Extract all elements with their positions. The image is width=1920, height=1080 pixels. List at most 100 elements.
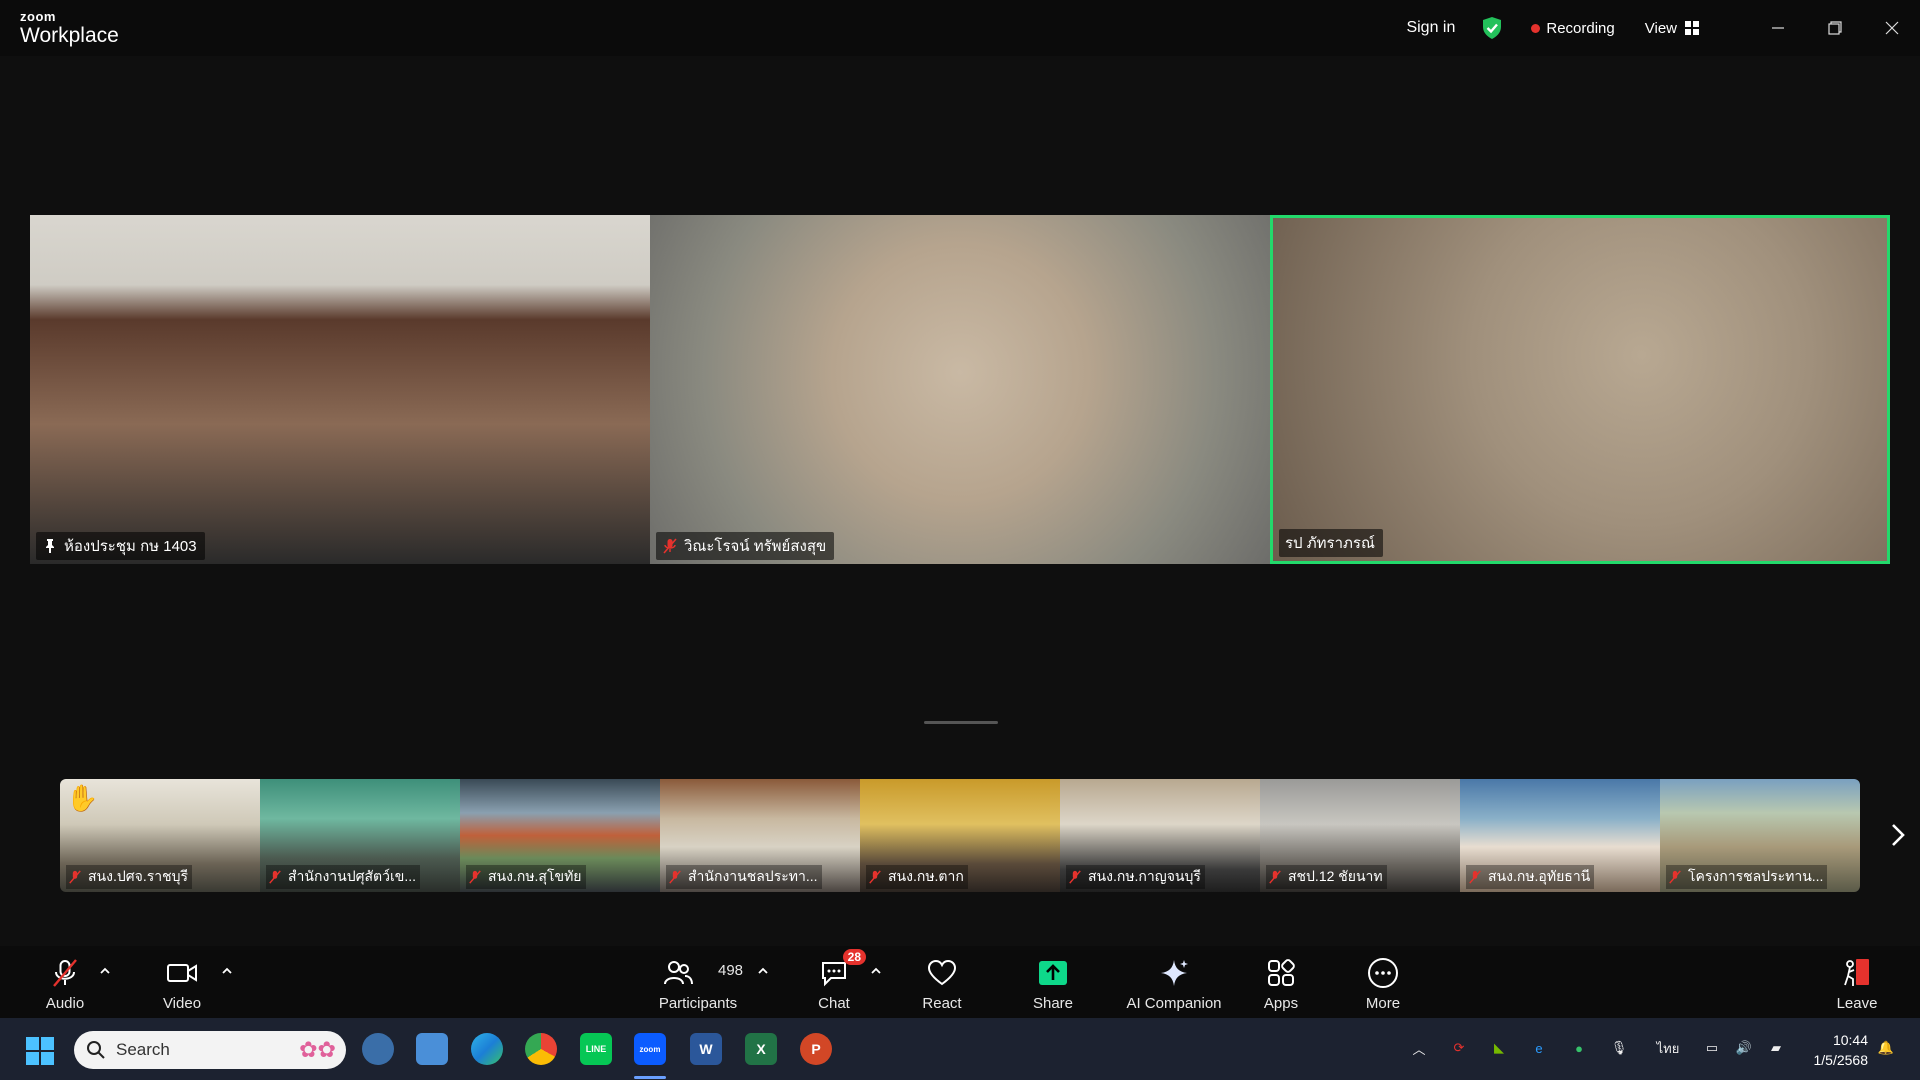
gallery-thumbnail[interactable]: สชป.12 ชัยนาท <box>1260 779 1460 892</box>
video-button[interactable]: Video <box>160 946 204 1018</box>
clock-time: 10:44 <box>1832 1032 1868 1048</box>
thumbnail-name: สำนักงานชลประทา... <box>688 868 818 884</box>
participants-icon <box>664 961 693 985</box>
participants-button[interactable]: Participants <box>650 946 746 1018</box>
share-button[interactable]: Share <box>1030 946 1076 1018</box>
chat-badge: 28 <box>842 949 866 965</box>
notepad-icon[interactable] <box>416 1033 448 1065</box>
line-app-icon[interactable]: LINE <box>580 1033 612 1065</box>
audio-button[interactable]: Audio <box>43 946 87 1018</box>
powerpoint-icon[interactable]: P <box>800 1033 832 1065</box>
resize-handle[interactable] <box>924 721 998 724</box>
chrome-icon[interactable] <box>525 1033 557 1065</box>
audio-label: Audio <box>45 995 85 1012</box>
chevron-up-icon[interactable] <box>98 964 112 978</box>
video-tile-speaker-2[interactable]: วิณะโรจน์ ทรัพย์สงสุข <box>650 215 1270 564</box>
mic-off-icon <box>1469 870 1481 884</box>
chat-button[interactable]: 28 Chat <box>812 946 866 1018</box>
gallery-thumbnail[interactable]: โครงการชลประทาน... <box>1660 779 1860 892</box>
search-icon <box>87 1041 105 1059</box>
participant-name-tag: วิณะโรจน์ ทรัพย์สงสุข <box>656 532 835 560</box>
apps-button[interactable]: Apps <box>1260 946 1302 1018</box>
view-button[interactable]: View <box>1645 20 1699 37</box>
thumbnail-label: สำนักงานปศุสัตว์เข... <box>266 865 421 889</box>
thumbnail-label: สนง.กษ.สุโขทัย <box>466 865 586 889</box>
minimize-button[interactable] <box>1749 0 1806 56</box>
language-indicator[interactable]: ไทย <box>1652 1036 1684 1060</box>
shield-icon[interactable] <box>1481 16 1503 40</box>
word-icon[interactable]: W <box>690 1033 722 1065</box>
sync-icon[interactable]: ⟳ <box>1447 1036 1471 1060</box>
thumbnail-label: สนง.กษ.ตาก <box>866 865 968 889</box>
chevron-up-icon[interactable]: ︿ <box>1407 1036 1431 1060</box>
thumbnail-name: สชป.12 ชัยนาท <box>1288 868 1383 884</box>
battery-icon[interactable]: ▰ <box>1764 1036 1788 1060</box>
restore-button[interactable] <box>1806 0 1863 56</box>
taskbar-clock[interactable]: 10:44 1/5/2568 <box>1814 1030 1869 1070</box>
zoom-app-icon[interactable]: zoom <box>634 1033 666 1065</box>
gallery-thumbnail[interactable]: สนง.กษ.สุโขทัย <box>460 779 660 892</box>
notification-bell-icon[interactable]: 🔔 <box>1874 1036 1898 1060</box>
chevron-up-icon[interactable] <box>756 964 770 978</box>
ai-companion-button[interactable]: AI Companion <box>1124 946 1224 1018</box>
mic-off-icon <box>1069 870 1081 884</box>
share-label: Share <box>1032 995 1074 1012</box>
meeting-toolbar: Audio Video Participants 498 28 Chat Rea… <box>0 946 1920 1018</box>
title-bar: zoom Workplace Sign in Recording View <box>0 0 1920 56</box>
mic-off-icon <box>869 870 881 884</box>
react-button[interactable]: React <box>915 946 969 1018</box>
mic-off-icon <box>663 538 677 554</box>
active-app-indicator <box>634 1076 666 1079</box>
gallery-thumbnail[interactable]: สนง.กษ.ตาก <box>860 779 1060 892</box>
more-button[interactable]: More <box>1360 946 1406 1018</box>
thumbnail-name: สนง.กษ.กาญจนบุรี <box>1088 868 1201 884</box>
gallery-thumbnail[interactable]: สนง.กษ.อุทัยธานี <box>1460 779 1660 892</box>
globe-app-icon[interactable] <box>362 1033 394 1065</box>
participant-name: วิณะโรจน์ ทรัพย์สงสุข <box>684 538 827 555</box>
share-screen-icon <box>1039 961 1067 985</box>
participant-name: ห้องประชุม กษ 1403 <box>64 538 197 555</box>
microphone-icon[interactable]: 🎙 <box>1607 1036 1631 1060</box>
taskbar-search[interactable]: Search ✿✿ <box>74 1031 346 1069</box>
chevron-up-icon[interactable] <box>220 964 234 978</box>
thumbnail-label: สำนักงานชลประทา... <box>666 865 822 889</box>
participant-name-tag: ห้องประชุม กษ 1403 <box>36 532 205 560</box>
chevron-right-icon[interactable] <box>1884 820 1912 850</box>
pin-icon <box>46 539 54 553</box>
excel-icon[interactable]: X <box>745 1033 777 1065</box>
close-button[interactable] <box>1863 0 1920 56</box>
windows-start-icon[interactable] <box>26 1037 54 1065</box>
mic-off-icon <box>1669 870 1681 884</box>
thumbnail-name: สนง.กษ.ตาก <box>888 868 964 884</box>
video-camera-icon <box>167 964 197 982</box>
heart-icon <box>927 959 957 986</box>
apps-icon <box>1268 959 1295 986</box>
mic-off-icon <box>53 959 77 987</box>
edge-icon[interactable] <box>471 1033 503 1065</box>
leave-label: Leave <box>1836 995 1878 1012</box>
participants-count: 498 <box>718 962 744 979</box>
app-tray-icon[interactable]: e <box>1527 1036 1551 1060</box>
video-tile-meeting-room[interactable]: ห้องประชุม กษ 1403 <box>30 215 650 564</box>
participant-name-tag: รป ภัทราภรณ์ <box>1279 529 1383 557</box>
monitor-icon[interactable]: ▭ <box>1700 1036 1724 1060</box>
gallery-thumbnail[interactable]: ✋ สนง.ปศจ.ราชบุรี <box>60 779 260 892</box>
sign-in-link[interactable]: Sign in <box>1406 19 1455 37</box>
network-tray-icon[interactable]: ● <box>1567 1036 1591 1060</box>
leave-door-icon <box>1844 959 1869 986</box>
nvidia-icon[interactable]: ◣ <box>1487 1036 1511 1060</box>
gallery-thumbnail[interactable]: สนง.กษ.กาญจนบุรี <box>1060 779 1260 892</box>
speaker-icon[interactable]: 🔊 <box>1732 1036 1756 1060</box>
recording-indicator[interactable]: Recording <box>1531 20 1615 37</box>
zoom-logo: zoom Workplace <box>20 10 119 46</box>
more-icon <box>1368 958 1398 988</box>
chevron-up-icon[interactable] <box>869 964 883 978</box>
gallery-thumbnail[interactable]: สำนักงานปศุสัตว์เข... <box>260 779 460 892</box>
gallery-thumbnail[interactable]: สำนักงานชลประทา... <box>660 779 860 892</box>
minimize-icon <box>1771 27 1784 29</box>
thumbnail-name: สนง.ปศจ.ราชบุรี <box>88 868 188 884</box>
leave-button[interactable]: Leave <box>1834 946 1880 1018</box>
thumbnail-label: สนง.กษ.กาญจนบุรี <box>1066 865 1205 889</box>
mic-off-icon <box>469 870 481 884</box>
video-tile-active-speaker[interactable]: รป ภัทราภรณ์ <box>1270 215 1890 564</box>
